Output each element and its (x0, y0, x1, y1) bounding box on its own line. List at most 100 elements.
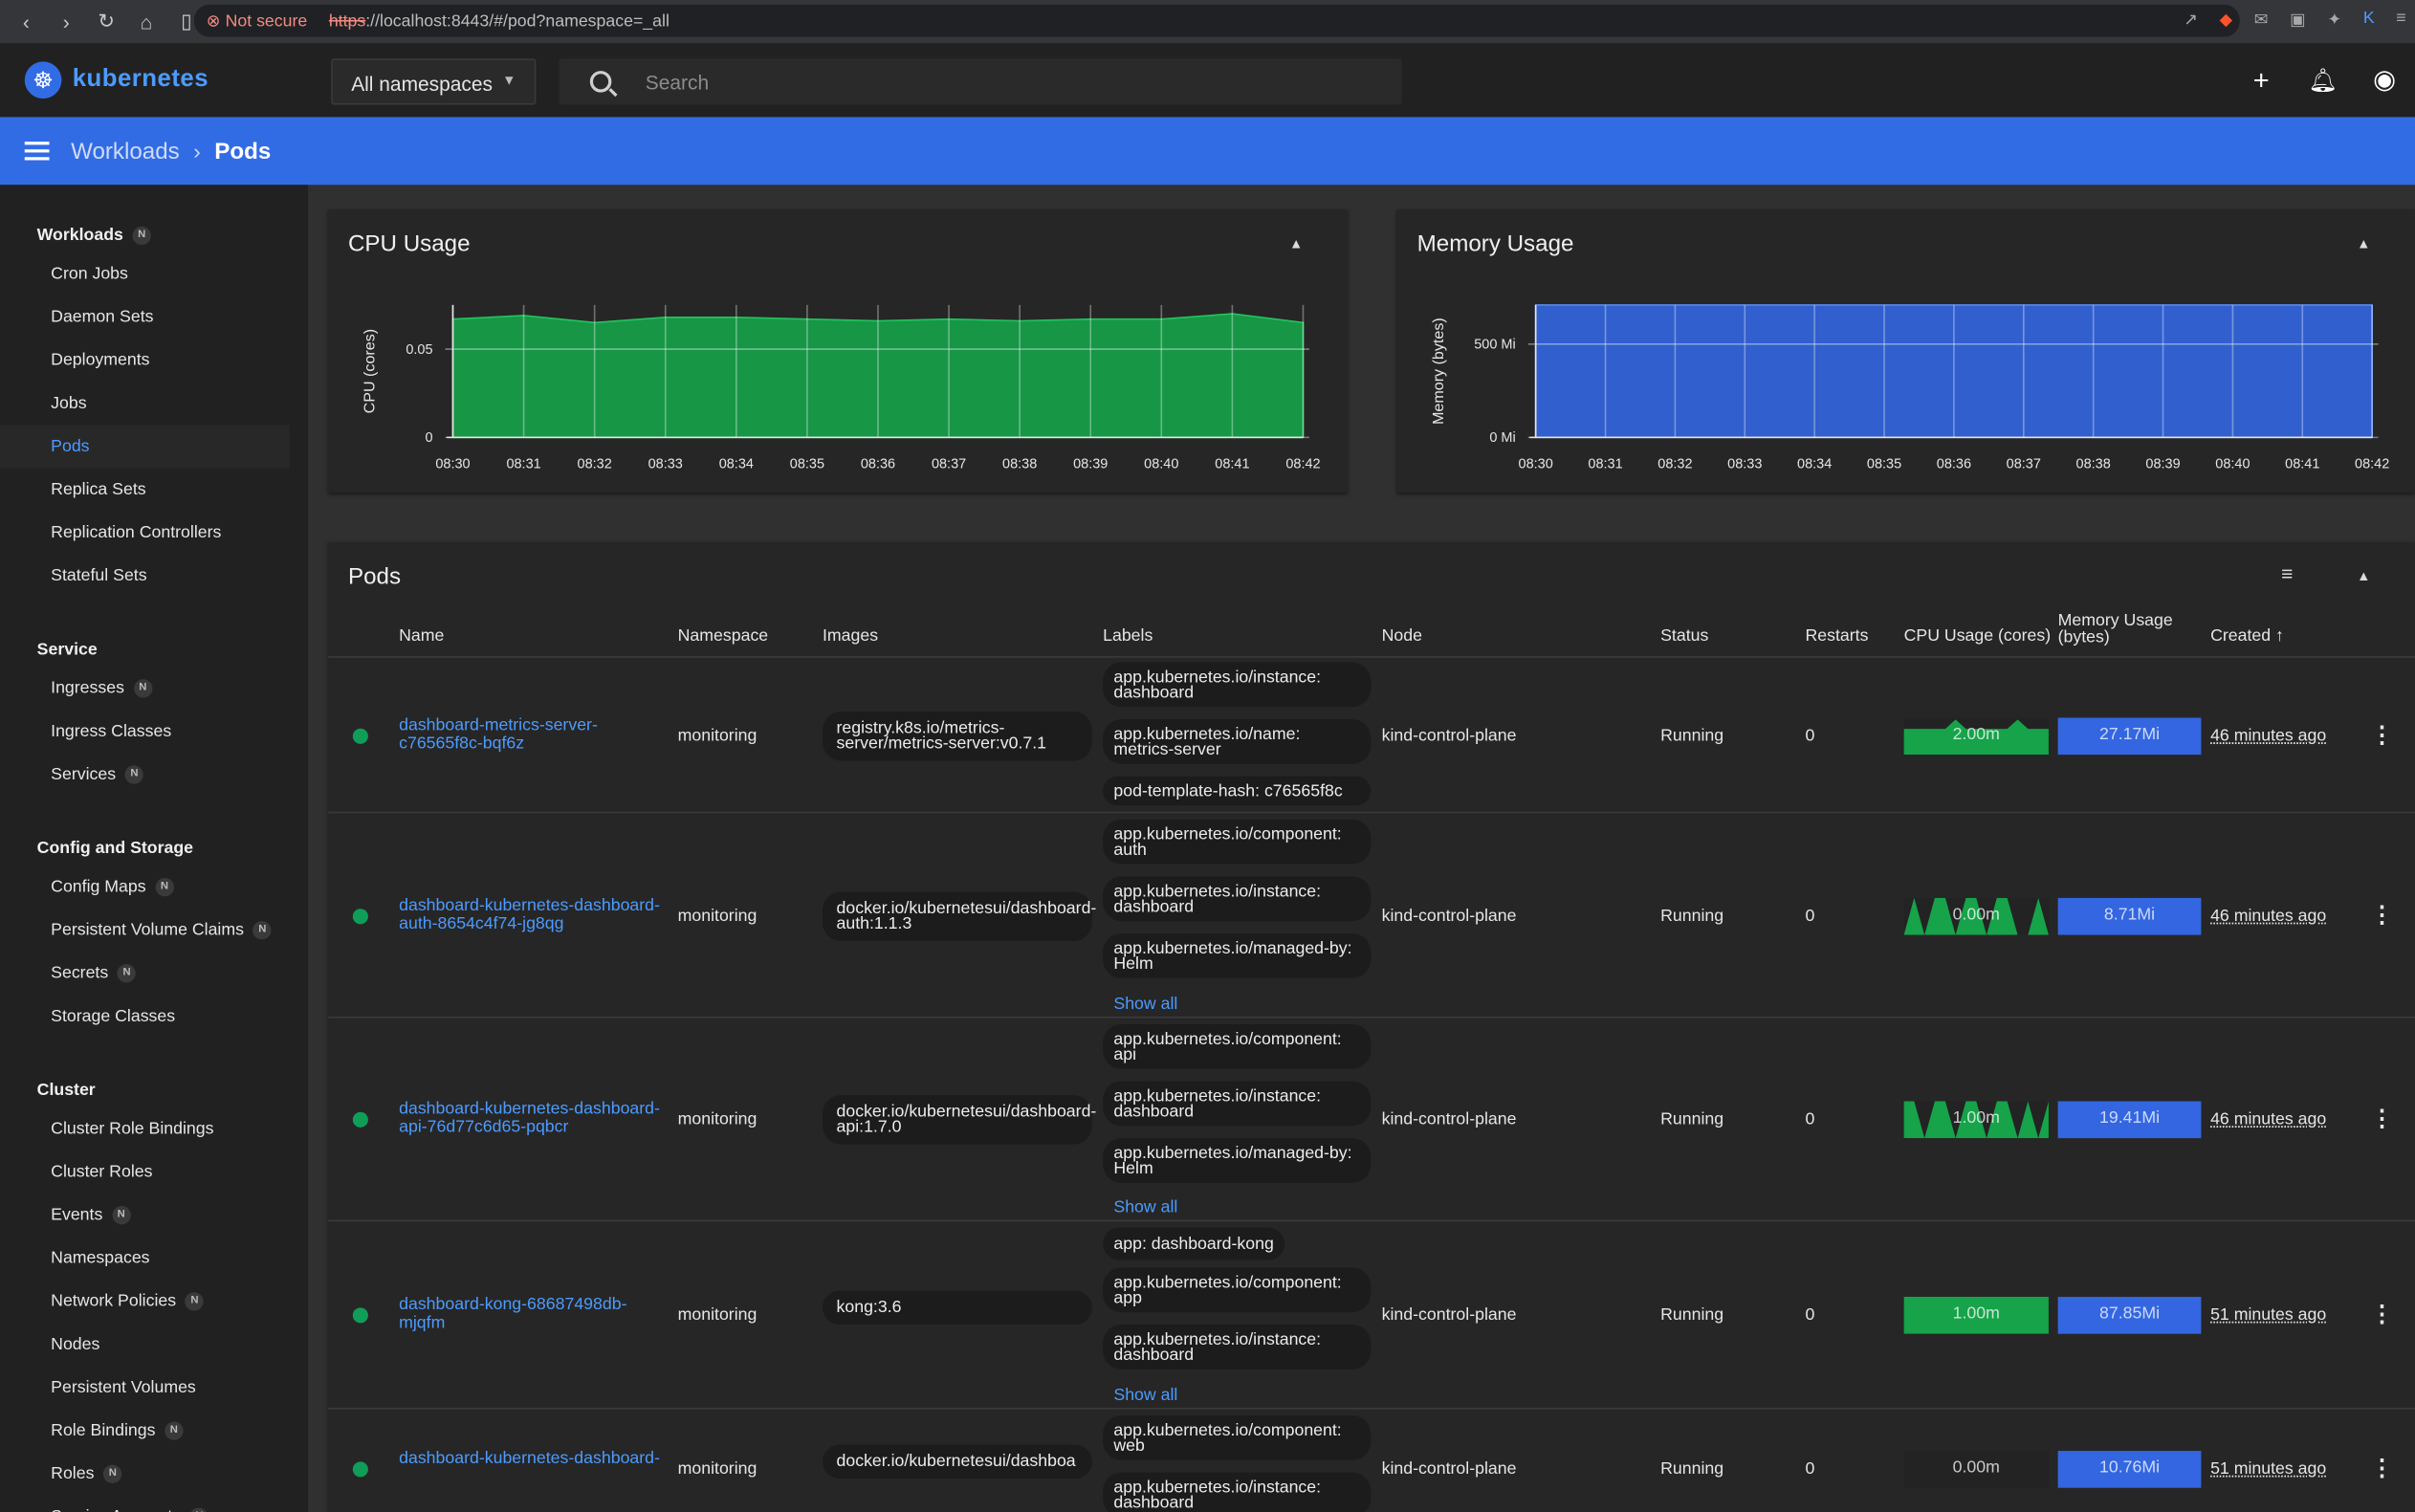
home-icon[interactable]: ⌂ (136, 10, 158, 33)
show-all-labels-link[interactable]: Show all (1113, 1386, 1177, 1404)
pod-name-link[interactable]: dashboard-kubernetes-dashboard- (399, 1449, 669, 1467)
hamburger-menu-icon[interactable] (24, 137, 50, 164)
profile-icon[interactable]: K (2363, 10, 2375, 30)
not-secure-label: Not secure (225, 11, 308, 32)
back-icon[interactable]: ‹ (15, 10, 37, 33)
col-name[interactable]: Name (399, 627, 444, 646)
sidebar-item-storage-classes[interactable]: Storage Classes (0, 995, 308, 1038)
col-memory-usage[interactable]: Memory Usage (bytes) (2058, 612, 2205, 646)
sidebar-item-network-policies[interactable]: Network Policies N (0, 1280, 308, 1323)
namespaced-badge: N (252, 921, 272, 940)
memory-x-tick-label: 08:35 (1867, 457, 1901, 472)
sidebar-item-pods[interactable]: Pods (0, 425, 290, 469)
account-icon[interactable]: ◉ (2354, 65, 2415, 96)
extension-icon[interactable]: ▣ (2290, 10, 2306, 29)
brave-shield-icon[interactable]: ◆ (2220, 10, 2233, 29)
col-restarts[interactable]: Restarts (1806, 627, 1869, 646)
cpu-usage-value: 1.00m (1952, 1108, 2000, 1128)
sidebar-item-cluster-roles[interactable]: Cluster Roles (0, 1150, 308, 1194)
col-node[interactable]: Node (1382, 627, 1422, 646)
cpu-x-tick-label: 08:34 (719, 457, 754, 472)
show-all-labels-link[interactable]: Show all (1113, 1198, 1177, 1216)
sidebar-item-roles[interactable]: Roles N (0, 1453, 308, 1496)
pod-node: kind-control-plane (1381, 1110, 1517, 1129)
collapse-pods-icon[interactable]: ▲ (2357, 568, 2370, 583)
cpu-usage-value: 1.00m (1952, 1304, 2000, 1324)
notifications-bell-icon[interactable]: 🔔︎ (2292, 66, 2353, 94)
sidebar-item-config-maps[interactable]: Config Maps N (0, 866, 308, 909)
pod-status: Running (1660, 1458, 1724, 1479)
cpu-sparkline: 0.00m (1903, 897, 2049, 934)
address-bar[interactable]: ⊗ Not secure https://localhost:8443/#/po… (193, 4, 2240, 37)
memory-x-tick-label: 08:42 (2355, 457, 2389, 472)
kubernetes-logo[interactable]: ☸ kubernetes (24, 61, 318, 99)
sidebar-item-service-accounts[interactable]: Service Accounts N (0, 1496, 308, 1512)
search-box[interactable] (559, 58, 1402, 105)
sidebar-item-secrets[interactable]: Secrets N (0, 952, 308, 995)
label-chip: app.kubernetes.io/instance: dashboard (1103, 1325, 1372, 1370)
filter-icon[interactable]: ≡ (2281, 562, 2293, 585)
cpu-y-tick-label: 0.05 (406, 342, 432, 358)
share-icon[interactable]: ↗ (2184, 10, 2198, 29)
sidebar-item-replica-sets[interactable]: Replica Sets (0, 469, 308, 512)
chevron-right-icon: › (193, 138, 201, 164)
row-actions-kebab-icon[interactable]: ⋮ (2371, 900, 2394, 928)
sidebar-item-ingress-classes[interactable]: Ingress Classes (0, 710, 308, 753)
sidebar-item-services[interactable]: Services N (0, 754, 308, 797)
namespace-selector[interactable]: All namespaces ▼ (331, 58, 537, 105)
pod-name-link[interactable]: dashboard-kong-68687498db-mjqfm (399, 1295, 669, 1332)
sidebar-item-persistent-volumes[interactable]: Persistent Volumes (0, 1367, 308, 1410)
col-status[interactable]: Status (1660, 627, 1708, 646)
sidebar-item-role-bindings[interactable]: Role Bindings N (0, 1410, 308, 1453)
memory-y-axis-label: Memory (bytes) (1430, 318, 1447, 425)
pod-namespace: monitoring (677, 726, 757, 745)
show-all-labels-link[interactable]: Show all (1113, 995, 1177, 1013)
row-actions-kebab-icon[interactable]: ⋮ (2371, 1454, 2394, 1480)
sidebar-item-label: Config Maps (51, 877, 146, 897)
create-plus-icon[interactable]: + (2230, 64, 2292, 97)
sidebar-item-cron-jobs[interactable]: Cron Jobs (0, 252, 308, 296)
sidebar-section-service[interactable]: Service (0, 639, 308, 661)
sidebar-item-jobs[interactable]: Jobs (0, 382, 308, 425)
created-time: 46 minutes ago (2210, 726, 2327, 745)
not-secure-warning[interactable]: ⊗ Not secure (207, 11, 307, 31)
breadcrumb-workloads[interactable]: Workloads (71, 138, 180, 164)
forward-icon[interactable]: › (55, 10, 77, 33)
sidebar-item-cluster-role-bindings[interactable]: Cluster Role Bindings (0, 1107, 308, 1150)
status-running-icon (352, 727, 368, 744)
pod-name-link[interactable]: dashboard-metrics-server-c76565f8c-bqf6z (399, 715, 669, 753)
memory-x-tick-label: 08:32 (1658, 457, 1692, 472)
row-actions-kebab-icon[interactable]: ⋮ (2371, 1300, 2394, 1327)
col-created[interactable]: Created ↑ (2210, 627, 2284, 646)
sidebar-item-deployments[interactable]: Deployments (0, 339, 308, 382)
menu-icon[interactable]: ≡ (2396, 10, 2405, 30)
row-actions-kebab-icon[interactable]: ⋮ (2371, 1105, 2394, 1131)
sidebar-item-label: Cron Jobs (51, 265, 128, 284)
sidebar-item-stateful-sets[interactable]: Stateful Sets (0, 555, 308, 598)
row-actions-kebab-icon[interactable]: ⋮ (2371, 720, 2394, 748)
sidebar-item-label: Replication Controllers (51, 523, 222, 542)
search-input[interactable] (645, 70, 1354, 94)
col-namespace[interactable]: Namespace (678, 627, 769, 646)
sidebar-section-workloads[interactable]: Workloads N (0, 225, 308, 247)
col-cpu-usage[interactable]: CPU Usage (cores) (1904, 627, 2052, 646)
sidebar-item-ingresses[interactable]: Ingresses N (0, 667, 308, 710)
cpu-sparkline: 1.00m (1903, 1101, 2049, 1139)
sidebar-item-daemon-sets[interactable]: Daemon Sets (0, 296, 308, 339)
pod-restarts: 0 (1805, 1305, 1815, 1326)
pods-card: Pods ≡ ▲ Name Namespace Images Labels No… (328, 541, 2415, 1512)
sidebar-item-nodes[interactable]: Nodes (0, 1323, 308, 1366)
sidebar-item-replication-controllers[interactable]: Replication Controllers (0, 512, 308, 555)
sidebar-section-cluster[interactable]: Cluster (0, 1080, 308, 1102)
pod-name-link[interactable]: dashboard-kubernetes-dashboard-auth-8654… (399, 896, 669, 933)
mail-icon[interactable]: ✉ (2254, 10, 2269, 29)
sidebar-section-config-and-storage[interactable]: Config and Storage (0, 838, 308, 860)
puzzle-icon[interactable]: ✦ (2327, 10, 2341, 29)
reload-icon[interactable]: ↻ (96, 10, 118, 34)
sidebar-item-events[interactable]: Events N (0, 1194, 308, 1237)
sidebar-item-persistent-volume-claims[interactable]: Persistent Volume Claims N (0, 909, 308, 952)
sidebar-item-namespaces[interactable]: Namespaces (0, 1237, 308, 1280)
cpu-x-tick-label: 08:31 (506, 457, 540, 472)
pod-name-link[interactable]: dashboard-kubernetes-dashboard-api-76d77… (399, 1100, 669, 1137)
col-labels: Labels (1103, 626, 1153, 646)
